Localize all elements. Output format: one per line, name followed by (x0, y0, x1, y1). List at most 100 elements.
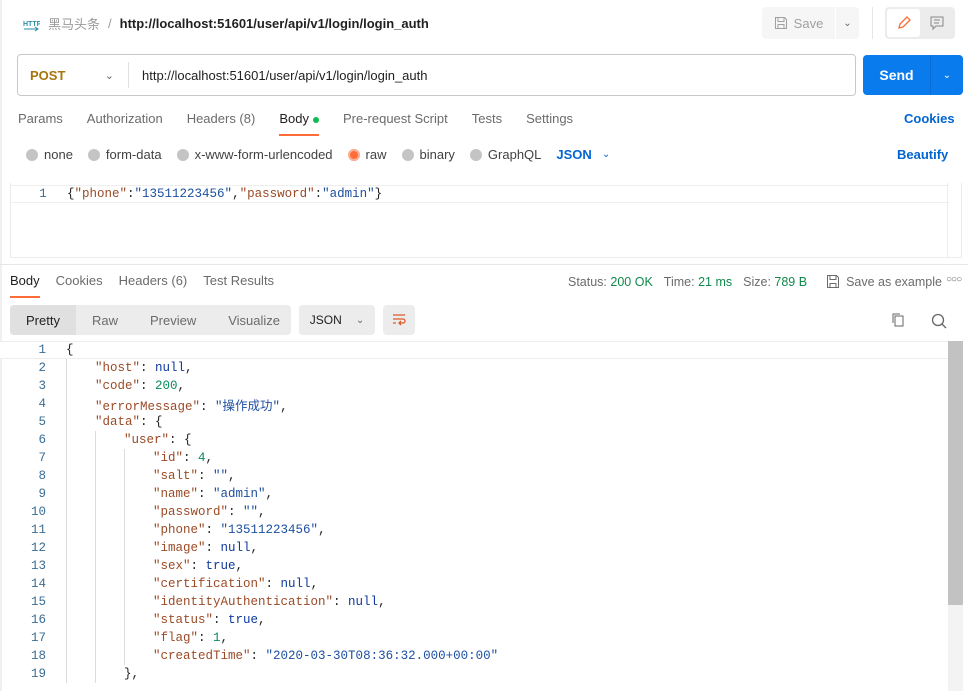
response-scrollbar-thumb[interactable] (948, 341, 963, 605)
code-token: , (280, 399, 288, 414)
line-number: 9 (38, 487, 46, 501)
save-dropdown-chevron-icon[interactable]: ⌄ (835, 7, 859, 39)
save-as-example-button[interactable]: Save as example (826, 274, 942, 289)
radio-GraphQL[interactable]: GraphQL (469, 147, 541, 162)
search-icon[interactable] (930, 312, 948, 333)
method-label: POST (30, 67, 66, 83)
code-token: : (183, 451, 199, 465)
code-token: : (190, 559, 206, 573)
response-tab-body[interactable]: Body (10, 273, 40, 298)
response-tab-cookies[interactable]: Cookies (56, 273, 103, 298)
code-token: "certification" (153, 577, 266, 591)
save-icon (827, 275, 840, 288)
radio-circle[interactable] (347, 148, 360, 161)
collection-name[interactable]: 黑马头条 (48, 14, 100, 33)
radio-x-www-form-urlencoded[interactable]: x-www-form-urlencoded (176, 147, 333, 162)
send-button-group: Send ⌄ (863, 55, 963, 95)
size-value[interactable]: 789 B (774, 275, 807, 289)
beautify-link[interactable]: Beautify (897, 147, 948, 162)
radio-circle[interactable] (176, 148, 189, 161)
code-token: 4 (198, 451, 206, 465)
send-dropdown-chevron-icon[interactable]: ⌄ (931, 55, 963, 95)
code-token: "phone" (74, 187, 128, 201)
time: Time: 21 ms (663, 274, 733, 289)
tab-authorization[interactable]: Authorization (87, 111, 163, 136)
code-content: "salt": "", (153, 469, 236, 483)
radio-label: raw (365, 147, 387, 162)
code-token: , (177, 379, 186, 393)
code-token: "admin" (322, 187, 375, 201)
code-token: , (205, 451, 214, 465)
language-select[interactable]: JSON ⌄ (556, 147, 610, 162)
radio-binary[interactable]: binary (401, 147, 455, 162)
tab-pre-request-script[interactable]: Pre-request Script (343, 111, 448, 136)
response-body-viewer[interactable]: 1{2 "host": null, 3 "code": 200, 4 "errorMess… (0, 341, 948, 691)
editor-scrollbar[interactable] (947, 183, 961, 257)
radio-circle[interactable] (87, 148, 100, 161)
code-content: "createdTime": "2020-03-30T08:36:32.000+… (153, 649, 498, 663)
tab-params[interactable]: Params (18, 111, 63, 136)
chevron-down-icon: ⌄ (601, 149, 611, 160)
tab-tests[interactable]: Tests (472, 111, 502, 136)
request-title[interactable]: http://localhost:51601/user/api/v1/login… (120, 16, 429, 31)
code-line: 15 "identityAuthentication": null, (0, 593, 948, 611)
method-select[interactable]: POST ⌄ (18, 62, 129, 88)
code-token: , (378, 595, 386, 609)
code-line: 19}, (0, 665, 948, 683)
line-number: 3 (38, 379, 46, 393)
status-value[interactable]: 200 OK (610, 275, 652, 289)
code-token: , (220, 631, 229, 645)
line-number: 1 (39, 187, 47, 201)
radio-circle[interactable] (26, 148, 38, 161)
code-token: { (66, 343, 74, 357)
code-token: "status" (153, 613, 214, 627)
radio-circle[interactable] (401, 148, 414, 161)
cookies-link[interactable]: Cookies (904, 111, 955, 126)
line-number: 1 (38, 343, 46, 357)
comment-icon[interactable] (920, 9, 953, 37)
radio-raw[interactable]: raw (347, 147, 387, 162)
save-button-group: Save ⌄ (762, 7, 859, 39)
code-line: 11 "phone": "13511223456", (0, 521, 948, 539)
radio-label: x-www-form-urlencoded (194, 147, 333, 162)
pane-divider[interactable] (0, 264, 968, 265)
save-button[interactable]: Save (762, 7, 835, 39)
request-body-code[interactable]: {"phone":"13511223456","password":"admin… (55, 187, 382, 201)
indent-guide (95, 431, 96, 683)
tab-label: Authorization (86, 111, 163, 126)
line-number: 5 (38, 415, 46, 429)
code-token: "操作成功" (215, 399, 281, 414)
code-content: "identityAuthentication": null, (153, 595, 386, 609)
more-options-icon[interactable]: ○○○ (946, 274, 962, 285)
view-mode-raw[interactable]: Raw (76, 305, 134, 335)
time-value[interactable]: 21 ms (698, 275, 732, 289)
wrap-lines-icon[interactable] (383, 305, 415, 335)
response-tab-headers[interactable]: Headers (6) (119, 273, 188, 298)
response-format-select[interactable]: JSON ⌄ (299, 305, 375, 335)
tab-body[interactable]: Body (279, 111, 319, 136)
code-token: , (265, 487, 274, 501)
code-token: : (265, 577, 281, 591)
tab-label: Headers (8) (186, 111, 256, 126)
tab-settings[interactable]: Settings (526, 111, 573, 136)
response-tab-test-results[interactable]: Test Results (203, 273, 274, 298)
tab-label: Body (279, 111, 309, 126)
view-mode-visualize[interactable]: Visualize (212, 305, 296, 335)
request-body-editor[interactable]: 1 {"phone":"13511223456","password":"adm… (10, 183, 962, 258)
view-mode-preview[interactable]: Preview (134, 305, 212, 335)
radio-none[interactable]: none (26, 147, 73, 162)
code-content: "data": { (95, 415, 163, 429)
code-token: true (228, 613, 259, 627)
http-icon: HTTP (23, 21, 40, 31)
send-button[interactable]: Send (863, 55, 931, 95)
view-mode-pretty[interactable]: Pretty (10, 305, 76, 335)
code-content: }, (124, 667, 139, 681)
copy-icon[interactable] (890, 312, 906, 331)
radio-circle[interactable] (469, 148, 482, 161)
edit-pencil-icon[interactable] (887, 9, 920, 37)
code-token: : (140, 379, 156, 393)
tab-label: Headers (6) (118, 273, 188, 288)
url-input[interactable]: http://localhost:51601/user/api/v1/login… (129, 68, 427, 83)
tab-headers[interactable]: Headers (8) (187, 111, 256, 136)
radio-form-data[interactable]: form-data (87, 147, 162, 162)
